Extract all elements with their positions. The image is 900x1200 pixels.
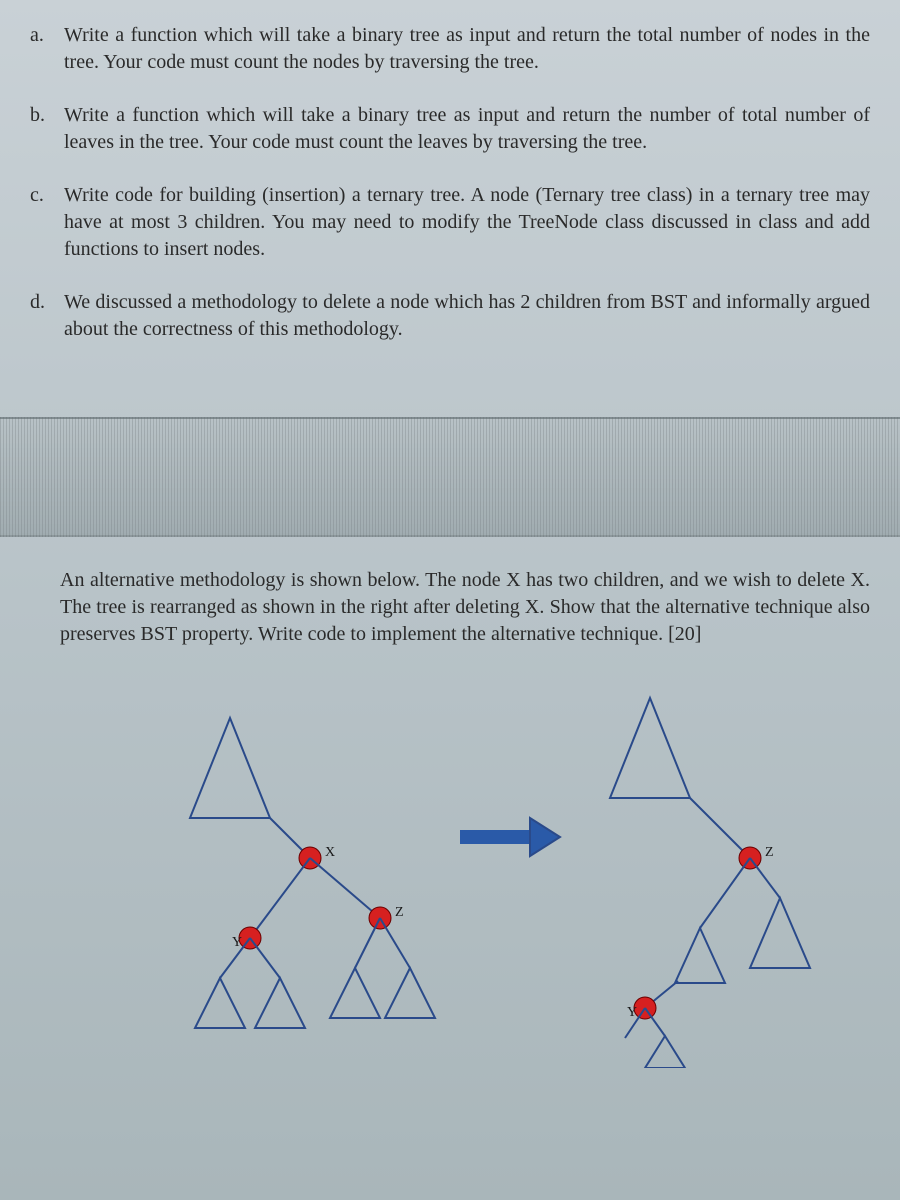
node-label-x: X: [325, 845, 335, 860]
tree-edge: [250, 858, 310, 938]
triangle-icon: [195, 978, 245, 1028]
question-item-a: a. Write a function which will take a bi…: [30, 22, 870, 76]
question-marker: c.: [30, 182, 64, 209]
tree-edge: [310, 858, 380, 918]
question-marker: a.: [30, 22, 64, 49]
tree-edge: [380, 918, 410, 968]
node-label-z-right: Z: [765, 845, 774, 860]
tree-edge: [700, 858, 750, 928]
question-marker: d.: [30, 289, 64, 316]
question-text: Write a function which will take a binar…: [64, 22, 870, 76]
bst-delete-diagram: X Y Z Z: [0, 688, 900, 1068]
node-label-y: Y: [232, 935, 242, 950]
triangle-icon: [255, 978, 305, 1028]
question-marker: b.: [30, 102, 64, 129]
page-separator-band: [0, 417, 900, 537]
alternative-method-paragraph: An alternative methodology is shown belo…: [0, 537, 900, 658]
question-item-b: b. Write a function which will take a bi…: [30, 102, 870, 156]
triangle-icon: [330, 968, 380, 1018]
question-item-c: c. Write code for building (insertion) a…: [30, 182, 870, 263]
alternative-method-text: An alternative methodology is shown belo…: [60, 569, 870, 645]
triangle-icon: [385, 968, 435, 1018]
triangle-icon: [190, 718, 270, 818]
tree-edge: [690, 798, 750, 858]
tree-edge: [250, 938, 280, 978]
tree-edge: [750, 858, 780, 898]
question-text: Write a function which will take a binar…: [64, 102, 870, 156]
node-label-y-right: Y: [627, 1005, 637, 1020]
bst-delete-svg: X Y Z Z: [60, 688, 840, 1068]
tree-edge: [355, 918, 380, 968]
node-label-z: Z: [395, 905, 404, 920]
question-text: Write code for building (insertion) a te…: [64, 182, 870, 263]
arrow-icon: [460, 818, 560, 856]
triangle-icon: [610, 698, 690, 798]
question-text: We discussed a methodology to delete a n…: [64, 289, 870, 343]
triangle-icon: [750, 898, 810, 968]
triangle-icon: [645, 1036, 685, 1068]
question-list: a. Write a function which will take a bi…: [30, 22, 870, 343]
question-item-d: d. We discussed a methodology to delete …: [30, 289, 870, 343]
triangle-icon: [675, 928, 725, 983]
page-upper: a. Write a function which will take a bi…: [0, 0, 900, 399]
